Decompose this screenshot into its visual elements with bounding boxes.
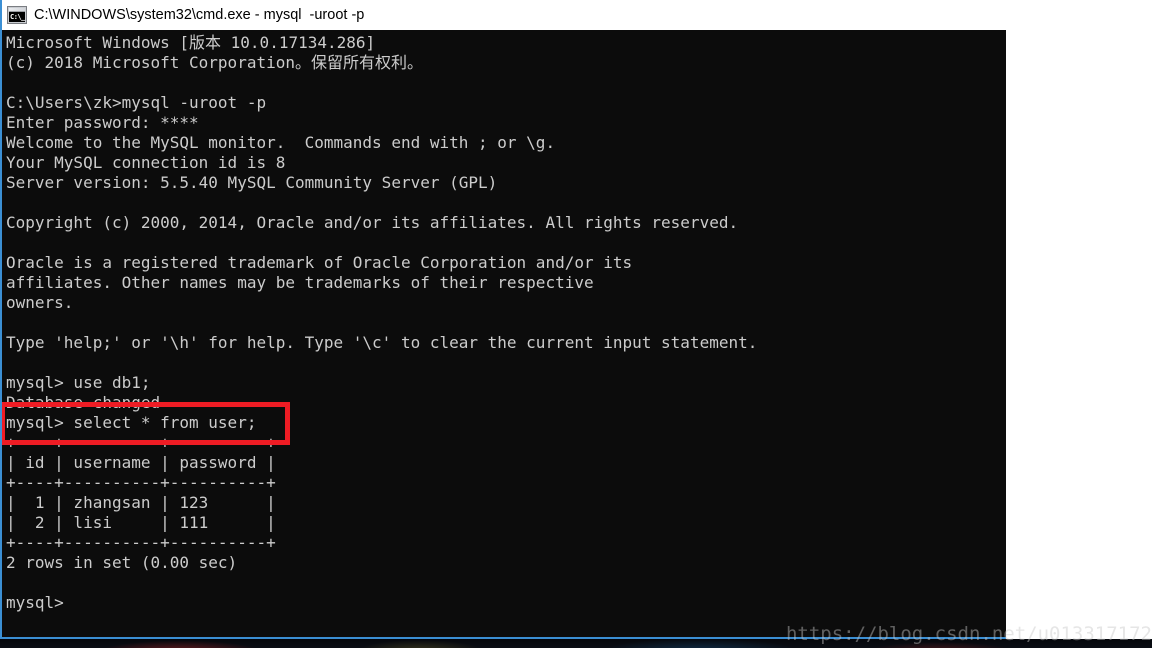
cmd-window: C:\_ C:\WINDOWS\system32\cmd.exe - mysql… — [0, 0, 1006, 639]
cmd-icon-screen: C:\_ — [9, 12, 25, 22]
window-title-text: C:\WINDOWS\system32\cmd.exe - mysql -uro… — [34, 7, 365, 23]
console-output-area[interactable]: Microsoft Windows [版本 10.0.17134.286] (c… — [2, 30, 1006, 637]
window-title-bar[interactable]: C:\_ C:\WINDOWS\system32\cmd.exe - mysql… — [2, 0, 1006, 30]
watermark-text: https://blog.csdn.net/u013317172 — [785, 623, 1152, 645]
console-text: Microsoft Windows [版本 10.0.17134.286] (c… — [6, 33, 758, 612]
cmd-console-icon: C:\_ — [7, 6, 27, 24]
